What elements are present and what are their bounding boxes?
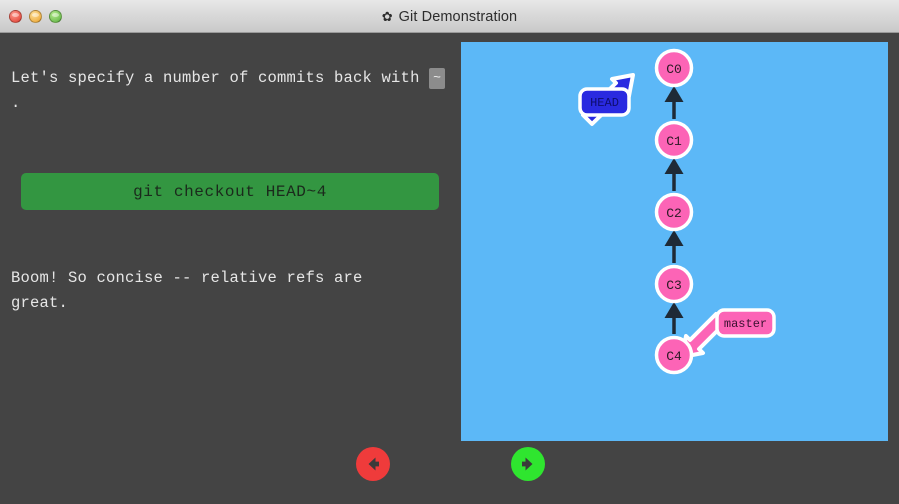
maximize-window-button[interactable]	[49, 10, 62, 23]
inline-code-tilde: ~	[429, 68, 446, 89]
git-demonstration-window: ✿ Git Demonstration Let's specify a numb…	[0, 0, 899, 504]
edge-c4-to-c3	[664, 302, 684, 334]
commit-node-c4[interactable]: C4	[654, 335, 694, 375]
gear-icon: ✿	[381, 9, 393, 24]
commit-label-c3: C3	[666, 278, 682, 293]
dialog-paragraph-1-text-before: Let's specify a number of commits back w…	[11, 69, 430, 87]
commit-label-c1: C1	[666, 134, 682, 149]
master-ref-badge[interactable]: master	[715, 308, 776, 338]
previous-step-button[interactable]	[356, 447, 390, 481]
head-ref-badge[interactable]: HEAD	[578, 87, 631, 117]
dialog-paragraph-1-text-after: .	[11, 94, 21, 112]
git-command-button[interactable]: git checkout HEAD~4	[21, 173, 439, 210]
commit-label-c0: C0	[666, 62, 682, 77]
dialog-paragraph-1: Let's specify a number of commits back w…	[11, 66, 449, 116]
git-command-label: git checkout HEAD~4	[133, 182, 327, 201]
title-bar: ✿ Git Demonstration	[0, 0, 899, 33]
dialog-paragraph-2: Boom! So concise -- relative refs are gr…	[11, 269, 363, 312]
title-bar-center: ✿ Git Demonstration	[0, 0, 899, 33]
git-graph-canvas[interactable]: C0 C1 C2 C3 C4 HEAD master	[461, 42, 888, 441]
edge-c1-to-c0	[664, 86, 684, 119]
master-ref-label: master	[724, 317, 767, 331]
commit-node-c1[interactable]: C1	[654, 120, 694, 160]
commit-node-c0[interactable]: C0	[654, 48, 694, 88]
edge-c2-to-c1	[664, 158, 684, 191]
window-title: Git Demonstration	[398, 8, 518, 25]
commit-node-c2[interactable]: C2	[654, 192, 694, 232]
commit-label-c2: C2	[666, 206, 682, 221]
forward-arrow-icon	[522, 457, 533, 471]
head-ref-label: HEAD	[590, 96, 619, 110]
dialog-panel: Let's specify a number of commits back w…	[0, 33, 461, 504]
next-step-button[interactable]	[511, 447, 545, 481]
commit-label-c4: C4	[666, 349, 682, 364]
edge-c3-to-c2	[664, 230, 684, 263]
window-controls	[9, 0, 62, 33]
minimize-window-button[interactable]	[29, 10, 42, 23]
back-arrow-icon	[368, 457, 379, 471]
close-window-button[interactable]	[9, 10, 22, 23]
commit-node-c3[interactable]: C3	[654, 264, 694, 304]
